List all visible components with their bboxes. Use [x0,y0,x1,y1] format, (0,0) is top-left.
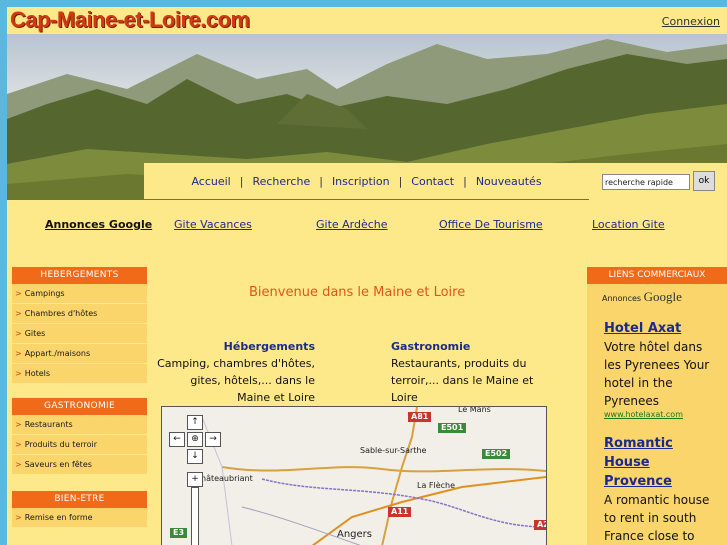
ad-body: A romantic house to rent in south France… [604,493,710,543]
map-center-icon[interactable]: ⊕ [187,432,203,447]
road-label: A11 [388,507,412,517]
sidebar-item-campings[interactable]: > Campings [12,284,147,304]
ad-body: Votre hôtel dans les Pyrenees Your hotel… [604,340,710,408]
sidebar-item-chambres[interactable]: > Chambres d'hôtes [12,304,147,324]
main-nav: Accueil | Recherche | Inscription | Cont… [144,163,589,199]
sidebar-item-remise[interactable]: > Remise en forme [12,508,147,528]
sidebar-item-restaurants[interactable]: > Restaurants [12,415,147,435]
nav-nouveautes[interactable]: Nouveautés [476,175,542,188]
town-label: Sable-sur-Sarthe [360,446,427,455]
login-link[interactable]: Connexion [662,15,720,28]
google-link[interactable]: Location Gite [592,218,665,231]
road-label: A2 [534,520,546,530]
ad-title[interactable]: Hotel Axat [604,319,714,338]
road-label: E3 [170,528,188,538]
sidebar-item-gites[interactable]: > Gites [12,324,147,344]
ad-romantic-house: Romantic House Provence A romantic house… [587,434,714,545]
search-button[interactable]: ok [693,171,715,191]
gastronomie-intro: Gastronomie Restaurants, produits du ter… [391,338,541,406]
commercial-links: LIENS COMMERCIAUX Annonces Google Hotel … [587,267,727,545]
hebergements-title[interactable]: Hébergements [157,338,315,355]
map-pan-down-icon[interactable]: ↓ [187,449,203,464]
google-link[interactable]: Gite Vacances [174,218,252,231]
nav-separator: | [398,174,403,188]
sidebar-bienetre: BIEN-ETRE > Remise en forme [12,491,147,528]
nav-separator: | [463,174,467,188]
nav-inscription[interactable]: Inscription [332,175,390,188]
road-label: A81 [408,412,432,422]
nav-separator: | [319,174,323,188]
town-label: hâteaubriant [201,474,253,483]
search-input[interactable] [602,174,690,190]
town-label: Angers [337,529,372,540]
google-link[interactable]: Office De Tourisme [439,218,543,231]
quick-search: ok [589,163,727,200]
nav-recherche[interactable]: Recherche [252,175,310,188]
sidebar-heading: HEBERGEMENTS [12,267,147,284]
road-label: E502 [482,449,511,459]
map-zoom-slider[interactable] [191,487,199,545]
gastronomie-text: Restaurants, produits du terroir,... dan… [391,357,534,404]
ad-hotel-axat: Hotel Axat Votre hôtel dans les Pyrenees… [587,319,714,419]
road-label: E501 [438,423,467,433]
sidebar-item-saveurs[interactable]: > Saveurs en fêtes [12,455,147,475]
town-label: Le Mans [458,406,491,414]
page-frame: Cap-Maine-et-Loire.com Connexion Accueil… [7,7,727,545]
nav-contact[interactable]: Contact [411,175,454,188]
commercial-links-heading: LIENS COMMERCIAUX [587,267,727,284]
sidebar-heading: GASTRONOMIE [12,398,147,415]
region-map[interactable]: A81 E501 E502 A11 E3 A2 Le Mans Sable-su… [161,406,547,545]
ad-url[interactable]: www.hotelaxat.com [604,410,714,419]
ad-title[interactable]: Romantic House Provence [604,434,714,491]
hebergements-text: Camping, chambres d'hôtes, gites, hôtels… [157,357,315,404]
sidebar-item-produits[interactable]: > Produits du terroir [12,435,147,455]
map-pan-up-icon[interactable]: ↑ [187,415,203,430]
map-zoom-in-icon[interactable]: + [187,472,203,487]
town-label: La Flèche [417,481,456,490]
sidebar-gastronomie: GASTRONOMIE > Restaurants > Produits du te… [12,398,147,475]
site-logo[interactable]: Cap-Maine-et-Loire.com [10,7,250,33]
ads-by-google[interactable]: Annonces Google [587,284,727,305]
map-pan-left-icon[interactable]: ← [169,432,185,447]
nav-separator: | [239,174,244,188]
google-ads-label[interactable]: Annonces Google [45,218,152,231]
sidebar-item-hotels[interactable]: > Hotels [12,364,147,384]
hebergements-intro: Hébergements Camping, chambres d'hôtes, … [157,338,315,406]
gastronomie-title[interactable]: Gastronomie [391,338,541,355]
google-link[interactable]: Gite Ardèche [316,218,388,231]
nav-accueil[interactable]: Accueil [191,175,230,188]
sidebar-heading: BIEN-ETRE [12,491,147,508]
map-pan-right-icon[interactable]: → [205,432,221,447]
sidebar-item-appart[interactable]: > Appart./maisons [12,344,147,364]
sidebar-hebergements: HEBERGEMENTS > Campings > Chambres d'hôtes… [12,267,147,384]
welcome-title: Bienvenue dans le Maine et Loire [249,285,466,300]
